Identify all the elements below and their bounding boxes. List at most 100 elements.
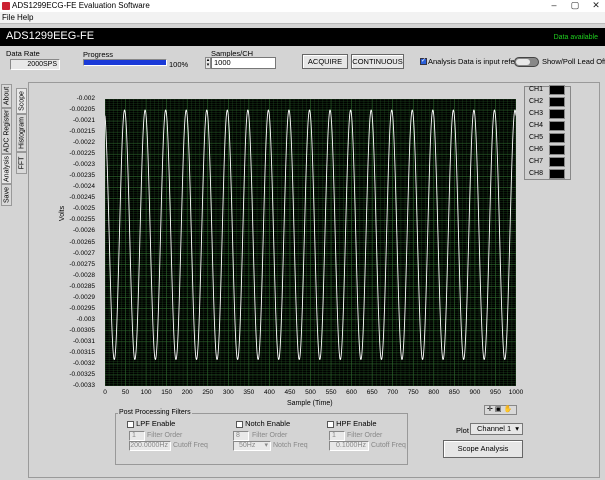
tab-scope[interactable]: Scope	[16, 88, 27, 114]
hpf-order-input[interactable]: 1	[329, 431, 345, 441]
menu-bar: File Help	[0, 12, 605, 24]
app-header: ADS1299EEG-FE Data available	[0, 28, 605, 46]
crosshair-icon[interactable]: ✛	[487, 406, 495, 413]
y-tick-label: -0.0031	[72, 337, 95, 345]
y-tick-label: -0.00315	[69, 348, 95, 356]
plot-select[interactable]: Channel 1 ▾	[470, 423, 523, 435]
channel-row[interactable]: CH1	[527, 85, 572, 96]
y-tick-label: -0.0021	[72, 117, 95, 125]
hpf-enable[interactable]: HPF Enable	[327, 419, 377, 428]
channel-color-swatch[interactable]	[549, 157, 565, 167]
y-tick-label: -0.0028	[72, 271, 95, 279]
x-tick-label: 800	[428, 389, 440, 396]
tab-histogram-label: Histogram	[18, 117, 25, 149]
tab-adc-register-label: ADC Register	[3, 109, 10, 153]
hpf-label: HPF Enable	[336, 419, 377, 428]
plot-select-label: Plot	[456, 426, 469, 435]
channel-row[interactable]: CH7	[527, 157, 572, 168]
data-rate-display: 2000SPS	[10, 59, 60, 70]
lead-off-toggle[interactable]	[514, 57, 539, 67]
progress-fill	[84, 60, 166, 65]
x-tick-label: 650	[366, 389, 378, 396]
channel-color-swatch[interactable]	[549, 121, 565, 131]
y-tick-label: -0.0033	[72, 382, 95, 389]
y-tick-label: -0.00215	[69, 128, 95, 136]
hpf-freq-label: Cutoff Freq	[371, 442, 406, 449]
tab-analysis[interactable]: Analysis	[1, 154, 12, 184]
tab-about-label: About	[3, 86, 10, 106]
channel-label: CH6	[529, 146, 544, 153]
lpf-order-input[interactable]: 1	[129, 431, 145, 441]
channel-color-swatch[interactable]	[549, 97, 565, 107]
pan-icon[interactable]: ✋	[504, 406, 515, 413]
channel-label: CH8	[529, 170, 544, 177]
tab-fft-label: FFT	[18, 156, 25, 170]
channel-row[interactable]: CH6	[527, 145, 572, 156]
lpf-freq-input[interactable]: 200.0000Hz	[129, 441, 171, 451]
status-indicator: Data available	[553, 34, 598, 41]
x-axis-label: Sample (Time)	[287, 400, 333, 407]
tab-save[interactable]: Save	[1, 184, 12, 206]
x-tick-label: 100	[140, 389, 152, 396]
tab-fft[interactable]: FFT	[16, 152, 27, 174]
input-referred-checkbox[interactable]: ✓	[420, 58, 427, 65]
menu-item-help[interactable]: Help	[17, 13, 33, 22]
y-tick-label: -0.00275	[69, 260, 95, 268]
minimize-icon[interactable]: –	[545, 0, 563, 12]
chevron-down-icon: ▾	[264, 442, 268, 449]
close-icon[interactable]: ✕	[587, 0, 605, 12]
lpf-freq-label: Cutoff Freq	[173, 442, 208, 449]
channel-color-swatch[interactable]	[549, 133, 565, 143]
channel-color-swatch[interactable]	[549, 169, 565, 179]
menu-item-file[interactable]: File	[2, 13, 15, 22]
tab-about[interactable]: About	[1, 84, 12, 108]
notch-freq-select[interactable]: 50Hz ▾	[233, 441, 271, 451]
graph-tool-palette[interactable]: ✛▣✋	[484, 405, 517, 415]
channel-row[interactable]: CH3	[527, 109, 572, 120]
y-tick-label: -0.0022	[72, 139, 95, 147]
x-tick-label: 200	[181, 389, 193, 396]
acquire-button[interactable]: ACQUIRE	[302, 54, 348, 69]
window-title: ADS1299ECG-FE Evaluation Software	[12, 1, 150, 10]
notch-checkbox[interactable]	[236, 420, 243, 428]
notch-enable[interactable]: Notch Enable	[236, 419, 290, 428]
y-tick-label: -0.00225	[69, 150, 95, 158]
channel-label: CH1	[529, 86, 544, 93]
channel-color-swatch[interactable]	[549, 109, 565, 119]
channel-color-swatch[interactable]	[549, 145, 565, 155]
x-tick-label: 550	[325, 389, 337, 396]
app-name: ADS1299EEG-FE	[6, 30, 95, 42]
y-tick-label: -0.0027	[72, 249, 95, 257]
notch-order-input[interactable]: 8	[233, 431, 249, 441]
lpf-label: LPF Enable	[136, 419, 176, 428]
x-tick-label: 1000	[508, 389, 524, 396]
channel-row[interactable]: CH2	[527, 97, 572, 108]
progress-bar	[83, 59, 167, 66]
channel-row[interactable]: CH4	[527, 121, 572, 132]
x-tick-label: 950	[490, 389, 501, 396]
chevron-down-icon: ▾	[515, 424, 519, 433]
channel-row[interactable]: CH5	[527, 133, 572, 144]
tab-save-label: Save	[3, 187, 10, 203]
hpf-checkbox[interactable]	[327, 420, 334, 428]
zoom-icon[interactable]: ▣	[495, 406, 504, 413]
y-axis-label: Volts	[59, 205, 67, 222]
y-tick-label: -0.00205	[69, 106, 95, 114]
channel-row[interactable]: CH8	[527, 169, 572, 180]
channel-label: CH4	[529, 122, 544, 129]
hpf-freq-input[interactable]: 0.1000Hz	[329, 441, 369, 451]
filters-title: Post Processing Filters	[118, 409, 192, 416]
continuous-button[interactable]: CONTINUOUS	[351, 54, 404, 69]
y-tick-label: -0.00255	[69, 216, 95, 224]
tab-adc-register[interactable]: ADC Register	[1, 108, 12, 154]
maximize-icon[interactable]: ▢	[566, 0, 584, 12]
samples-input[interactable]: 1000	[211, 57, 276, 69]
data-rate-label: Data Rate	[6, 49, 40, 58]
scope-analysis-button[interactable]: Scope Analysis	[443, 440, 523, 458]
y-tick-label: -0.00265	[69, 238, 95, 246]
tab-histogram[interactable]: Histogram	[16, 114, 27, 152]
channel-color-swatch[interactable]	[549, 85, 565, 95]
lpf-enable[interactable]: LPF Enable	[127, 419, 175, 428]
tab-analysis-label: Analysis	[3, 155, 10, 183]
lpf-checkbox[interactable]	[127, 420, 134, 428]
